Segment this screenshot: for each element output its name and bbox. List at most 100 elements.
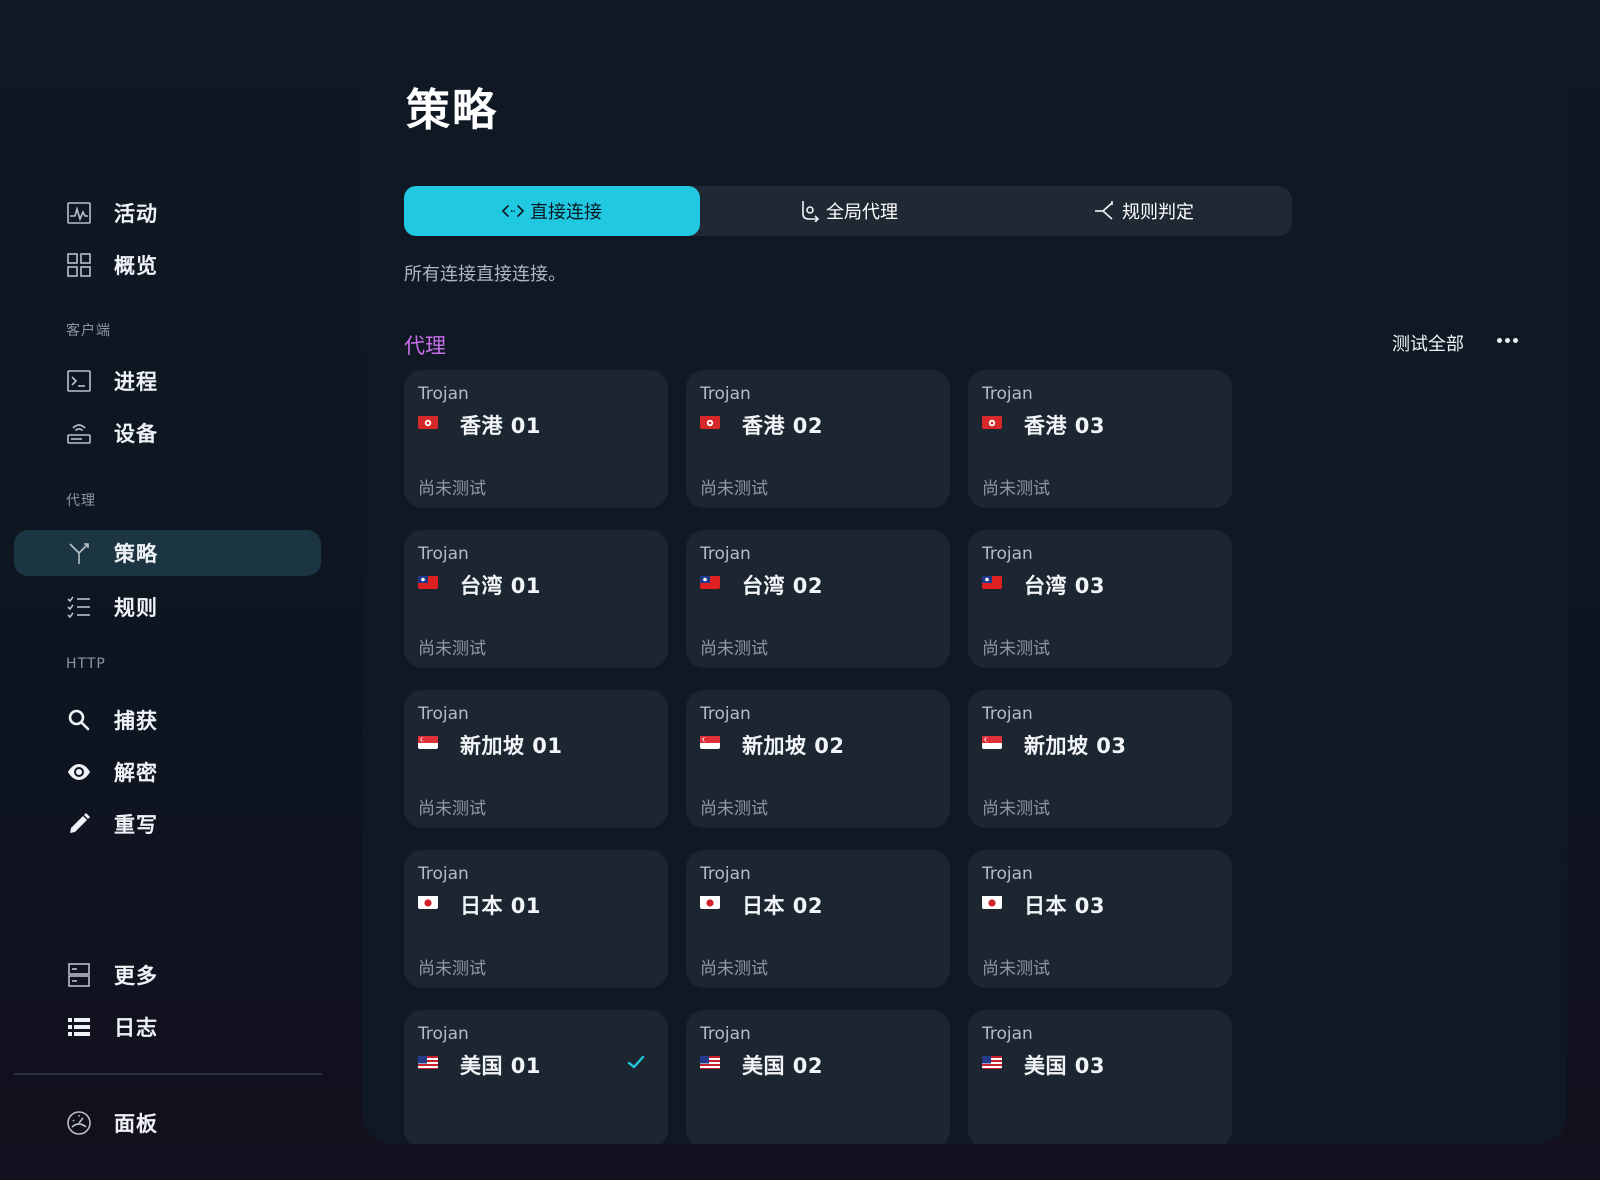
proxy-name: 日本 01 <box>460 894 542 918</box>
list-icon <box>66 1014 92 1040</box>
sidebar-item-label: 规则 <box>114 596 158 620</box>
checklist-icon <box>66 594 92 620</box>
proxy-card[interactable]: Trojan 美国 01 <box>404 1010 668 1144</box>
section-label-http: HTTP <box>66 656 106 672</box>
proxy-status: 尚未测试 <box>418 479 486 499</box>
proxy-card[interactable]: Trojan 台湾 02 尚未测试 <box>686 530 950 668</box>
sidebar-item-label: 设备 <box>114 422 158 446</box>
proxy-name: 美国 02 <box>742 1054 824 1078</box>
sidebar-item-dashboard[interactable]: 面板 <box>14 1100 321 1146</box>
sidebar-item-label: 概览 <box>114 254 158 278</box>
search-icon <box>66 707 92 733</box>
tab-label: 全局代理 <box>826 202 898 223</box>
sidebar-item-label: 活动 <box>114 202 158 226</box>
more-options-icon[interactable] <box>1492 328 1522 352</box>
proxy-type: Trojan <box>418 1024 469 1044</box>
mode-segmented-control: 直接连接 全局代理 规则判定 <box>404 186 1292 236</box>
test-all-button[interactable]: 测试全部 <box>1392 330 1464 356</box>
sidebar-item-rules[interactable]: 规则 <box>14 584 321 630</box>
grid-icon <box>66 252 92 278</box>
proxy-name: 香港 02 <box>742 414 824 438</box>
proxy-card[interactable]: Trojan 新加坡 02 尚未测试 <box>686 690 950 828</box>
proxy-name: 美国 01 <box>460 1054 542 1078</box>
sidebar-item-activity[interactable]: 活动 <box>14 190 321 236</box>
sidebar-item-label: 日志 <box>114 1016 158 1040</box>
proxy-name: 台湾 02 <box>742 574 824 598</box>
server-icon <box>66 962 92 988</box>
proxy-name: 香港 01 <box>460 414 542 438</box>
flag-us-icon <box>700 1055 720 1069</box>
proxy-card[interactable]: Trojan 香港 03 尚未测试 <box>968 370 1232 508</box>
proxy-status: 尚未测试 <box>418 959 486 979</box>
proxy-card[interactable]: Trojan 日本 01 尚未测试 <box>404 850 668 988</box>
sidebar-item-decrypt[interactable]: 解密 <box>14 749 321 795</box>
proxy-card[interactable]: Trojan 新加坡 03 尚未测试 <box>968 690 1232 828</box>
tab-global[interactable]: 全局代理 <box>700 186 996 236</box>
tab-direct[interactable]: 直接连接 <box>404 186 700 236</box>
page-title: 策略 <box>406 85 498 136</box>
proxy-type: Trojan <box>700 704 751 724</box>
flag-tw-icon <box>700 575 720 589</box>
sidebar-item-capture[interactable]: 捕获 <box>14 697 321 743</box>
proxy-name: 香港 03 <box>1024 414 1106 438</box>
sidebar-item-label: 面板 <box>114 1112 158 1136</box>
flag-hk-icon <box>700 415 720 429</box>
proxy-card[interactable]: Trojan 香港 01 尚未测试 <box>404 370 668 508</box>
sidebar-item-devices[interactable]: 设备 <box>14 410 321 456</box>
activity-icon <box>66 200 92 226</box>
sidebar-item-label: 进程 <box>114 370 158 394</box>
sidebar-item-process[interactable]: 进程 <box>14 358 321 404</box>
sidebar-divider <box>14 1073 322 1075</box>
dashboard-icon <box>66 1110 92 1136</box>
proxy-status: 尚未测试 <box>982 959 1050 979</box>
router-icon <box>66 420 92 446</box>
sidebar-item-more[interactable]: 更多 <box>14 952 321 998</box>
proxy-card[interactable]: Trojan 日本 03 尚未测试 <box>968 850 1232 988</box>
proxy-type: Trojan <box>982 384 1033 404</box>
section-label-proxy: 代理 <box>66 493 96 509</box>
proxy-status: 尚未测试 <box>982 639 1050 659</box>
sidebar: 活动 概览 客户端 进程 设备 代理 策略 规则 HTTP 捕获 解密 重写 更… <box>0 0 340 1180</box>
proxy-card[interactable]: Trojan 台湾 01 尚未测试 <box>404 530 668 668</box>
flag-tw-icon <box>418 575 438 589</box>
flag-us-icon <box>418 1055 438 1069</box>
proxy-card[interactable]: Trojan 美国 02 <box>686 1010 950 1144</box>
proxy-type: Trojan <box>982 864 1033 884</box>
flag-jp-icon <box>418 895 438 909</box>
proxy-card[interactable]: Trojan 日本 02 尚未测试 <box>686 850 950 988</box>
proxy-name: 新加坡 02 <box>742 734 845 758</box>
sidebar-item-label: 策略 <box>114 542 158 566</box>
proxy-type: Trojan <box>418 704 469 724</box>
proxy-card[interactable]: Trojan 新加坡 01 尚未测试 <box>404 690 668 828</box>
sidebar-item-label: 重写 <box>114 813 158 837</box>
proxy-status: 尚未测试 <box>418 639 486 659</box>
eye-icon <box>66 759 92 785</box>
proxy-name: 台湾 01 <box>460 574 542 598</box>
global-route-icon <box>798 200 820 222</box>
tab-label: 规则判定 <box>1122 202 1194 223</box>
split-icon <box>1094 200 1116 222</box>
sidebar-item-logs[interactable]: 日志 <box>14 1004 321 1050</box>
proxy-type: Trojan <box>418 864 469 884</box>
tab-rule[interactable]: 规则判定 <box>996 186 1292 236</box>
proxy-type: Trojan <box>700 384 751 404</box>
proxy-status: 尚未测试 <box>700 959 768 979</box>
proxy-card[interactable]: Trojan 美国 03 <box>968 1010 1232 1144</box>
sidebar-item-policy[interactable]: 策略 <box>14 530 321 576</box>
flag-hk-icon <box>418 415 438 429</box>
code-icon <box>502 200 524 222</box>
proxy-type: Trojan <box>982 1024 1033 1044</box>
mode-description: 所有连接直接连接。 <box>404 264 566 285</box>
proxy-card[interactable]: Trojan 香港 02 尚未测试 <box>686 370 950 508</box>
sidebar-item-label: 更多 <box>114 964 158 988</box>
proxy-status: 尚未测试 <box>982 799 1050 819</box>
sidebar-item-rewrite[interactable]: 重写 <box>14 801 321 847</box>
proxy-status: 尚未测试 <box>418 799 486 819</box>
flag-jp-icon <box>700 895 720 909</box>
proxy-status: 尚未测试 <box>700 639 768 659</box>
sidebar-item-overview[interactable]: 概览 <box>14 242 321 288</box>
flag-us-icon <box>982 1055 1002 1069</box>
pencil-icon <box>66 811 92 837</box>
proxy-type: Trojan <box>982 704 1033 724</box>
proxy-card[interactable]: Trojan 台湾 03 尚未测试 <box>968 530 1232 668</box>
